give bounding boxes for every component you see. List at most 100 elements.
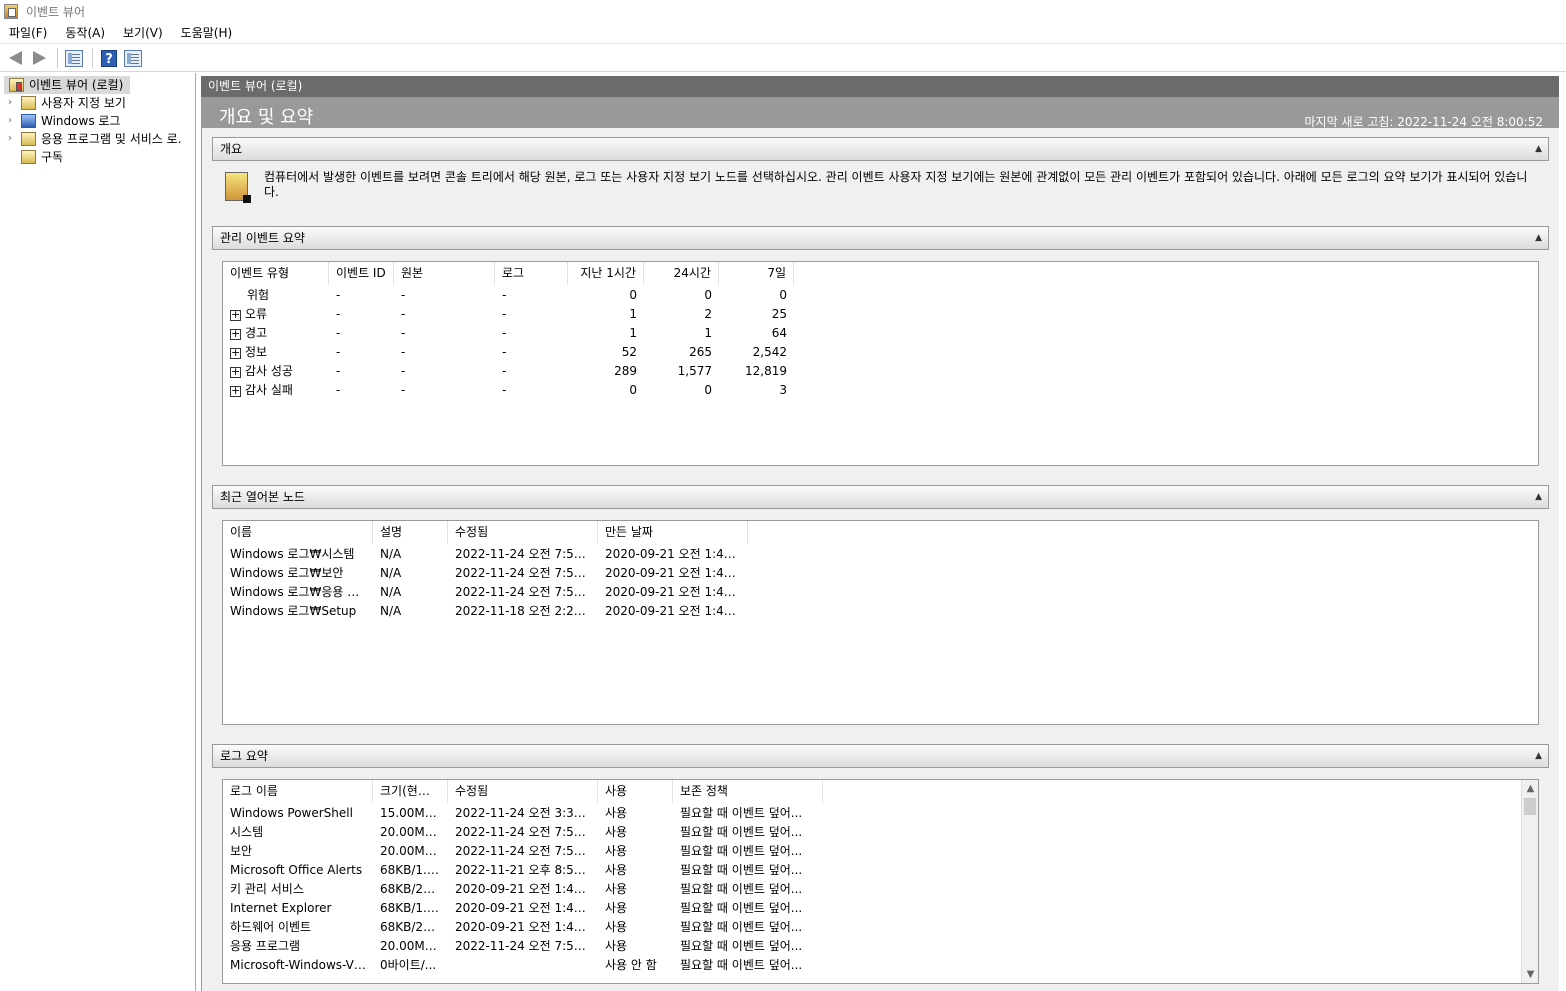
recent-nodes-section-title: 최근 열어본 노드	[220, 490, 305, 504]
table-row[interactable]: Windows 로그₩시스템 N/A 2022-11-24 오전 7:59:..…	[223, 544, 1538, 563]
log-retention: 필요할 때 이벤트 덮어...	[680, 882, 803, 896]
expand-plus-icon[interactable]: +	[230, 385, 241, 397]
last-hour-count: 0	[629, 287, 637, 302]
menu-file[interactable]: 파일(F)	[0, 22, 56, 44]
log-size: 68KB/20...	[380, 919, 443, 934]
column-header[interactable]: 24시간	[644, 262, 719, 285]
menu-view[interactable]: 보기(V)	[114, 22, 172, 44]
week-count: 64	[771, 325, 787, 340]
log-name: 응용 프로그램	[230, 939, 301, 953]
chevron-right-icon[interactable]: ›	[4, 130, 16, 148]
event-id-cell: -	[336, 287, 341, 302]
table-row[interactable]: + 정보 - - - 52 265 2,542	[223, 342, 1538, 361]
expand-plus-icon[interactable]: +	[230, 347, 241, 359]
tree-item-subscriptions[interactable]: 구독	[0, 148, 195, 166]
column-header[interactable]: 지난 1시간	[568, 262, 644, 285]
recent-node-name: Windows 로그₩보안	[230, 566, 344, 580]
table-row[interactable]: 하드웨어 이벤트 68KB/20... 2020-09-21 오전 1:46:.…	[223, 917, 1538, 936]
table-row[interactable]: Windows 로그₩보안 N/A 2022-11-24 오전 7:57:...…	[223, 563, 1538, 582]
log-retention: 필요할 때 이벤트 덮어...	[680, 901, 803, 915]
menu-bar: 파일(F) 동작(A) 보기(V) 도움말(H)	[0, 22, 1566, 44]
recent-nodes-section-header[interactable]: 최근 열어본 노드 ▲	[212, 485, 1549, 509]
toolbar-separator	[92, 48, 93, 68]
table-row[interactable]: Internet Explorer 68KB/1.0... 2020-09-21…	[223, 898, 1538, 917]
menu-action[interactable]: 동작(A)	[56, 22, 114, 44]
log-summary-section-header[interactable]: 로그 요약 ▲	[212, 744, 1549, 768]
column-header[interactable]: 이벤트 유형	[223, 262, 329, 285]
log-enabled: 사용	[605, 882, 628, 896]
log-size: 20.00MB/...	[380, 938, 448, 953]
column-header[interactable]: 7일	[719, 262, 794, 285]
table-row[interactable]: + 감사 성공 - - - 289 1,577 12,819	[223, 361, 1538, 380]
recent-node-description: N/A	[380, 584, 402, 599]
table-row[interactable]: 위험 - - - 0 0 0	[223, 285, 1538, 304]
table-row[interactable]: 보안 20.00MB/... 2022-11-24 오전 7:57:... 사용…	[223, 841, 1538, 860]
column-header[interactable]: 로그	[495, 262, 568, 285]
table-row[interactable]: 응용 프로그램 20.00MB/... 2022-11-24 오전 7:59:.…	[223, 936, 1538, 955]
collapse-icon[interactable]: ▲	[1535, 138, 1542, 160]
recent-node-modified: 2022-11-24 오전 7:57:...	[455, 566, 597, 580]
recent-node-modified: 2022-11-24 오전 7:59:...	[455, 585, 597, 599]
table-row[interactable]: + 경고 - - - 1 1 64	[223, 323, 1538, 342]
column-header[interactable]: 만든 날짜	[598, 521, 748, 544]
back-button[interactable]	[4, 47, 26, 69]
tree-item-custom-views[interactable]: › 사용자 지정 보기	[0, 94, 195, 112]
chevron-right-icon[interactable]: ›	[4, 112, 16, 130]
expand-plus-icon[interactable]: +	[230, 309, 241, 321]
log-summary-section-title: 로그 요약	[220, 749, 268, 763]
table-row[interactable]: Microsoft Office Alerts 68KB/1.0... 2022…	[223, 860, 1538, 879]
overview-section-header[interactable]: 개요 ▲	[212, 137, 1549, 161]
collapse-icon[interactable]: ▲	[1535, 227, 1542, 249]
overview-summary-page: 개요 및 요약 마지막 새로 고침: 2022-11-24 오전 8:00:52…	[201, 97, 1559, 991]
show-hide-console-tree-button[interactable]	[63, 47, 85, 69]
column-header[interactable]: 이름	[223, 521, 373, 544]
column-header[interactable]: 보존 정책	[673, 780, 823, 803]
column-header[interactable]: 원본	[394, 262, 495, 285]
show-hide-action-pane-button[interactable]	[122, 47, 144, 69]
forward-button[interactable]	[28, 47, 50, 69]
help-button[interactable]: ?	[98, 47, 120, 69]
tree-item-windows-logs[interactable]: › Windows 로그	[0, 112, 195, 130]
log-name: Microsoft-Windows-Vpn...	[230, 957, 373, 972]
column-header[interactable]: 크기(현재...	[373, 780, 448, 803]
log-summary-header-row: 로그 이름 크기(현재... 수정됨 사용 보존 정책	[223, 780, 1538, 803]
column-header[interactable]: 수정됨	[448, 780, 598, 803]
scroll-down-icon[interactable]: ▼	[1522, 966, 1538, 983]
admin-events-section-header[interactable]: 관리 이벤트 요약 ▲	[212, 226, 1549, 250]
log-modified: 2022-11-24 오전 7:59:...	[455, 825, 597, 839]
table-row[interactable]: Windows 로그₩응용 프... N/A 2022-11-24 오전 7:5…	[223, 582, 1538, 601]
expand-plus-icon[interactable]: +	[230, 366, 241, 378]
column-header[interactable]: 이벤트 ID	[329, 262, 394, 285]
table-row[interactable]: + 감사 실패 - - - 0 0 3	[223, 380, 1538, 399]
table-row[interactable]: + 오류 - - - 1 2 25	[223, 304, 1538, 323]
recent-node-modified: 2022-11-18 오전 2:20:...	[455, 604, 597, 618]
console-tree-icon	[65, 49, 83, 67]
table-row[interactable]: Microsoft-Windows-Vpn... 0바이트/... 사용 안 함…	[223, 955, 1538, 974]
table-row[interactable]: 키 관리 서비스 68KB/20... 2020-09-21 오전 1:46:.…	[223, 879, 1538, 898]
tree-item-label: 사용자 지정 보기	[41, 96, 126, 110]
tree-item-label: 구독	[41, 150, 64, 164]
column-header[interactable]: 사용	[598, 780, 673, 803]
recent-node-created: 2020-09-21 오전 1:45:...	[605, 604, 747, 618]
tree-item-applications-services[interactable]: › 응용 프로그램 및 서비스 로.	[0, 130, 195, 148]
collapse-icon[interactable]: ▲	[1535, 486, 1542, 508]
log-summary-scrollbar[interactable]: ▲ ▼	[1521, 780, 1538, 983]
event-id-cell: -	[336, 306, 341, 321]
table-row[interactable]: 시스템 20.00MB/... 2022-11-24 오전 7:59:... 사…	[223, 822, 1538, 841]
column-header[interactable]: 설명	[373, 521, 448, 544]
column-header[interactable]: 로그 이름	[223, 780, 373, 803]
tree-item-label: Windows 로그	[41, 114, 121, 128]
menu-help[interactable]: 도움말(H)	[172, 22, 242, 44]
collapse-icon[interactable]: ▲	[1535, 745, 1542, 767]
table-row[interactable]: Windows PowerShell 15.00MB/... 2022-11-2…	[223, 803, 1538, 822]
source-cell: -	[401, 287, 406, 302]
scroll-up-icon[interactable]: ▲	[1522, 780, 1538, 797]
column-header[interactable]: 수정됨	[448, 521, 598, 544]
scroll-thumb[interactable]	[1524, 798, 1536, 815]
chevron-right-icon[interactable]: ›	[4, 94, 16, 112]
event-type-label: 위험	[247, 288, 270, 302]
tree-root-event-viewer[interactable]: 이벤트 뷰어 (로컬)	[4, 76, 130, 94]
content-header: 이벤트 뷰어 (로컬)	[201, 76, 1559, 97]
expand-plus-icon[interactable]: +	[230, 328, 241, 340]
table-row[interactable]: Windows 로그₩Setup N/A 2022-11-18 오전 2:20:…	[223, 601, 1538, 620]
